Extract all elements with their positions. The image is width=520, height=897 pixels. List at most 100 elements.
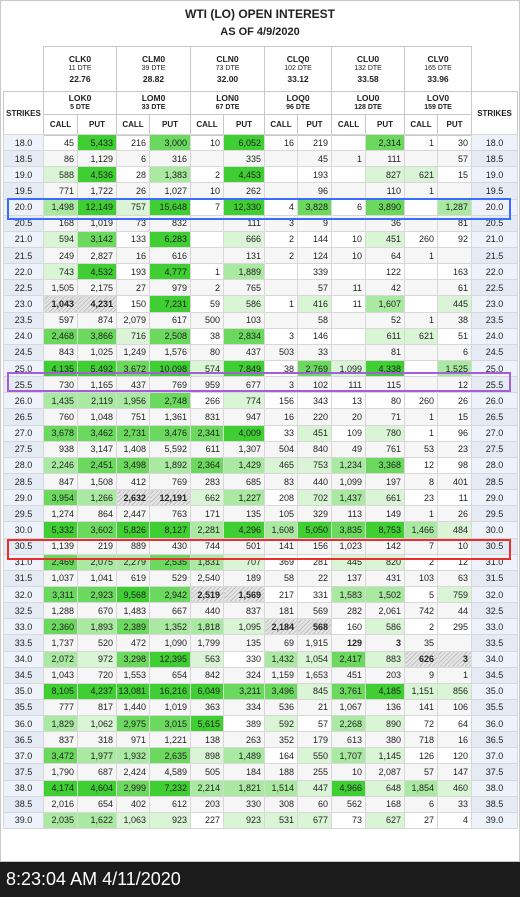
table-row: 34.5 1,043 720 1,553 654 842 324 1,159 1,653 451 2… <box>3 666 518 684</box>
strike-cell: 22.0 <box>471 263 518 281</box>
strike-cell: 25.5 <box>471 376 518 394</box>
put-oi-cell: 331 <box>297 585 332 604</box>
table-row: 26.5 760 1,048 751 1,361 831 947 16 220 20 71 1 15 26… <box>3 408 518 426</box>
call-oi-cell: 2,268 <box>331 715 366 733</box>
strike-cell: 32.0 <box>471 585 518 604</box>
put-oi-cell: 666 <box>223 230 265 248</box>
call-oi-cell: 1 <box>404 311 438 329</box>
strike-cell: 26.0 <box>471 392 518 410</box>
call-oi-cell: 1 <box>331 150 366 168</box>
futures-price: 32.00 <box>216 74 239 84</box>
put-oi-cell: 71 <box>365 408 405 426</box>
call-oi-cell: 164 <box>264 747 298 765</box>
call-oi-cell: 1 <box>404 133 438 152</box>
option-name: LOV0 <box>426 93 450 103</box>
put-oi-cell: 51 <box>437 327 472 345</box>
call-oi-cell: 3,298 <box>116 650 150 668</box>
put-oi-cell: 1,165 <box>77 376 117 394</box>
strike-cell: 23.0 <box>471 295 518 313</box>
put-oi-cell: 111 <box>365 150 405 168</box>
put-oi-cell: 21 <box>297 698 332 717</box>
put-oi-cell: 430 <box>149 537 191 555</box>
table-row: 22.5 1,505 2,175 27 979 2 765 57 11 42 61 22.5 <box>3 279 518 297</box>
call-oi-cell: 777 <box>43 698 78 717</box>
strike-cell: 20.0 <box>3 198 44 216</box>
call-oi-cell: 5,615 <box>190 715 224 733</box>
put-oi-cell: 12,149 <box>77 198 117 216</box>
put-oi-cell: 759 <box>437 585 472 604</box>
put-oi-cell: 168 <box>365 795 405 813</box>
put-column-header: PUT <box>365 114 406 136</box>
call-oi-cell: 10 <box>190 182 224 200</box>
option-header-lom0: LOM0 33 DTE <box>115 91 192 115</box>
put-oi-cell: 295 <box>437 618 472 636</box>
put-oi-cell: 612 <box>149 795 191 813</box>
strike-cell: 30.0 <box>3 521 44 539</box>
table-row: 20.0 1,498 12,149 757 15,648 7 12,330 4 3,828 6 3,… <box>3 198 518 216</box>
status-bar: 8:23:04 AM 4/11/2020 <box>0 862 520 897</box>
call-oi-cell: 4,174 <box>43 779 78 797</box>
put-oi-cell: 654 <box>77 795 117 813</box>
put-oi-cell: 401 <box>437 472 472 491</box>
put-oi-cell: 3,000 <box>149 133 191 152</box>
call-oi-cell: 260 <box>404 392 438 410</box>
table-row: 30.0 5,332 3,602 5,826 8,127 2,281 4,296 1,608 5… <box>3 521 518 539</box>
option-header-lov0: LOV0 159 DTE <box>404 91 473 115</box>
futures-name: CLV0 <box>427 54 449 64</box>
put-oi-cell: 661 <box>365 489 405 507</box>
put-oi-cell: 203 <box>365 666 405 684</box>
put-oi-cell: 1,889 <box>223 263 265 281</box>
call-column-header: CALL <box>116 114 150 136</box>
option-header-lon0: LON0 67 DTE <box>190 91 266 115</box>
table-row: 24.5 843 1,025 1,249 1,576 80 437 503 33 81 6 24.5 <box>3 343 518 361</box>
strike-cell: 36.0 <box>471 715 518 733</box>
put-oi-cell: 774 <box>223 392 265 410</box>
put-oi-cell: 106 <box>437 698 472 717</box>
call-oi-cell: 1,099 <box>331 472 366 491</box>
call-oi-cell: 563 <box>190 650 224 668</box>
call-oi-cell: 111 <box>331 376 366 394</box>
call-oi-cell: 3,835 <box>331 521 366 539</box>
put-oi-cell: 389 <box>223 715 265 733</box>
call-oi-cell <box>190 150 224 168</box>
call-oi-cell: 1,854 <box>404 779 438 797</box>
strike-cell: 30.5 <box>471 537 518 555</box>
call-oi-cell: 72 <box>404 715 438 733</box>
put-oi-cell: 447 <box>297 779 332 797</box>
call-oi-cell: 10 <box>190 133 224 152</box>
call-oi-cell: 83 <box>264 472 298 491</box>
call-oi-cell: 168 <box>43 214 78 232</box>
call-oi-cell: 138 <box>190 731 224 749</box>
option-dte: 5 DTE <box>70 104 90 111</box>
call-oi-cell: 2,417 <box>331 650 366 668</box>
put-oi-cell: 2,075 <box>77 553 117 571</box>
call-oi-cell: 3,496 <box>264 682 298 700</box>
put-oi-cell: 856 <box>437 682 472 700</box>
call-oi-cell: 113 <box>331 505 366 523</box>
call-oi-cell: 86 <box>43 150 78 168</box>
put-oi-cell: 1,227 <box>223 489 265 507</box>
strike-cell: 34.0 <box>3 650 44 668</box>
strike-cell: 18.5 <box>471 150 518 168</box>
call-oi-cell: 1,043 <box>43 666 78 684</box>
call-oi-cell: 1,435 <box>43 392 78 410</box>
option-name: LOU0 <box>356 93 380 103</box>
put-oi-cell: 4,532 <box>77 263 117 281</box>
strike-cell: 31.0 <box>471 553 518 571</box>
table-row: 36.0 1,829 1,062 2,975 3,015 5,615 389 592 57 2,2… <box>3 715 518 733</box>
put-oi-cell: 22 <box>297 569 332 587</box>
call-oi-cell: 11 <box>331 295 366 313</box>
put-oi-cell: 3,147 <box>77 440 117 458</box>
strike-cell: 27.5 <box>471 440 518 458</box>
call-oi-cell: 2,341 <box>190 424 224 442</box>
call-oi-cell: 1,505 <box>43 279 78 297</box>
put-oi-cell: 501 <box>223 537 265 555</box>
strike-cell: 28.0 <box>3 456 44 474</box>
strike-cell: 37.0 <box>3 747 44 765</box>
put-oi-cell: 1,090 <box>149 634 191 652</box>
call-column-header: CALL <box>190 114 225 136</box>
call-oi-cell: 2,072 <box>43 650 78 668</box>
call-oi-cell: 402 <box>116 795 150 813</box>
call-oi-cell: 500 <box>190 311 224 329</box>
strike-cell: 28.5 <box>3 472 44 491</box>
